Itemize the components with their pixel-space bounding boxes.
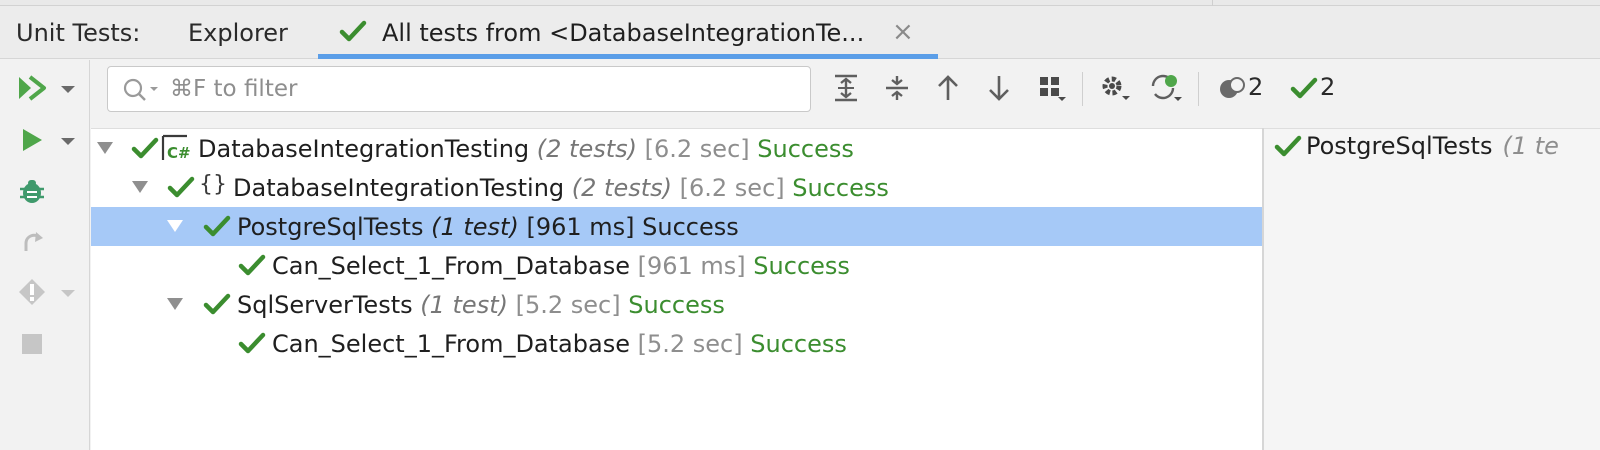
svg-text:C#: C#	[167, 144, 191, 162]
next-icon[interactable]	[982, 70, 1016, 106]
toolbar-separator	[1082, 72, 1083, 106]
stop-icon[interactable]	[18, 330, 46, 358]
tree-row-test[interactable]: Can_Select_1_From_Database [961 ms] Succ…	[91, 246, 1262, 285]
duration: [6.2 sec]	[679, 174, 785, 202]
status-label: Success	[753, 252, 850, 280]
tree-node-name: DatabaseIntegrationTesting	[198, 135, 530, 163]
status-label: Success	[750, 330, 847, 358]
track-running-icon[interactable]	[1149, 70, 1183, 106]
test-count: (2 tests)	[536, 135, 637, 163]
toolbar-separator	[1198, 72, 1199, 106]
status-label: Success	[642, 213, 739, 241]
tree-row-test[interactable]: Can_Select_1_From_Database [5.2 sec] Suc…	[91, 324, 1262, 363]
run-all-dropdown-icon[interactable]	[58, 80, 78, 100]
expand-arrow-icon[interactable]	[167, 298, 183, 310]
csharp-project-icon: C#	[161, 134, 191, 168]
passed-count: 2	[1320, 73, 1336, 101]
cover-icon[interactable]	[14, 274, 50, 308]
tab-all-tests[interactable]: All tests from <DatabaseIntegrationTe...…	[318, 6, 938, 59]
panel-caption: Unit Tests:	[16, 19, 141, 47]
debug-icon[interactable]	[15, 174, 49, 208]
passed-tests-icon[interactable]	[1287, 70, 1321, 106]
test-count: (1 test)	[420, 291, 508, 319]
expand-arrow-icon[interactable]	[97, 142, 113, 154]
collapse-all-icon[interactable]	[880, 70, 914, 106]
duration: [961 ms]	[526, 213, 635, 241]
rerun-icon[interactable]	[15, 224, 49, 258]
tree-row-sqlserver-tests[interactable]: SqlServerTests (1 test) [5.2 sec] Succes…	[91, 285, 1262, 324]
run-dropdown-icon[interactable]	[58, 132, 78, 152]
duration: [6.2 sec]	[644, 135, 750, 163]
details-subtitle: (1 te	[1502, 132, 1559, 160]
tab-all-tests-label: All tests from <DatabaseIntegrationTe...	[382, 19, 865, 47]
duration: [5.2 sec]	[637, 330, 743, 358]
cover-dropdown-icon[interactable]	[58, 284, 78, 304]
run-icon[interactable]	[16, 124, 48, 156]
tree-node-name: SqlServerTests	[237, 291, 413, 319]
tree-row-project[interactable]: C# DatabaseIntegrationTesting (2 tests) …	[91, 129, 1262, 168]
passed-check-icon	[203, 290, 231, 324]
status-label: Success	[757, 135, 854, 163]
tree-node-name: DatabaseIntegrationTesting	[233, 174, 565, 202]
passed-check-icon	[238, 251, 266, 285]
expand-arrow-icon[interactable]	[132, 181, 148, 193]
duration: [5.2 sec]	[515, 291, 621, 319]
tree-node-name: Can_Select_1_From_Database	[272, 252, 630, 280]
test-tree: C# DatabaseIntegrationTesting (2 tests) …	[91, 128, 1262, 450]
group-by-icon[interactable]	[1035, 70, 1069, 106]
top-toolbar: 2 2	[91, 60, 1600, 128]
passed-check-icon	[1274, 132, 1304, 160]
status-label: Success	[792, 174, 889, 202]
left-toolbar	[0, 60, 90, 450]
passed-check-icon	[203, 212, 231, 246]
search-icon[interactable]	[122, 77, 162, 107]
expand-arrow-icon[interactable]	[167, 220, 183, 232]
tab-bar: Unit Tests: Explorer All tests from <Dat…	[0, 6, 1600, 59]
filter-box	[107, 66, 811, 112]
tree-node-name: PostgreSqlTests	[237, 213, 424, 241]
details-title: PostgreSqlTests	[1306, 132, 1493, 160]
active-tab-indicator	[318, 54, 938, 59]
passed-check-icon	[167, 173, 195, 207]
namespace-icon: {}	[199, 172, 227, 197]
ignored-tests-icon[interactable]	[1215, 70, 1249, 106]
run-all-icon[interactable]	[14, 72, 50, 104]
tree-node-name: Can_Select_1_From_Database	[272, 330, 630, 358]
details-pane: PostgreSqlTests (1 te	[1264, 128, 1600, 450]
expand-all-icon[interactable]	[829, 70, 863, 106]
tree-row-namespace[interactable]: {} DatabaseIntegrationTesting (2 tests) …	[91, 168, 1262, 207]
test-count: (1 test)	[431, 213, 519, 241]
passed-check-icon	[131, 134, 159, 168]
previous-icon[interactable]	[931, 70, 965, 106]
filter-input[interactable]	[170, 73, 790, 105]
tree-row-postgresql-tests[interactable]: PostgreSqlTests (1 test) [961 ms] Succes…	[91, 207, 1262, 246]
test-count: (2 tests)	[571, 174, 672, 202]
details-header: PostgreSqlTests (1 te	[1274, 132, 1559, 160]
ignored-count: 2	[1248, 73, 1264, 101]
status-label: Success	[628, 291, 725, 319]
settings-icon[interactable]	[1097, 70, 1131, 106]
passed-check-icon	[238, 329, 266, 363]
tab-explorer[interactable]: Explorer	[188, 19, 288, 47]
passed-check-icon	[338, 16, 368, 50]
close-tab-icon[interactable]: ×	[892, 17, 914, 47]
duration: [961 ms]	[637, 252, 746, 280]
